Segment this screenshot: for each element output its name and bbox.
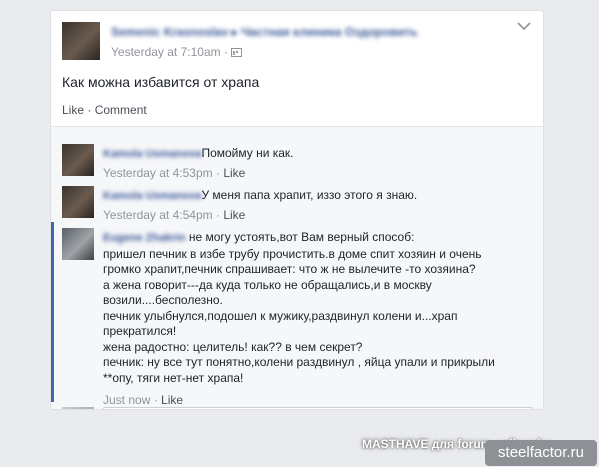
comment-like-button[interactable]: Like [223,208,245,222]
post-card: Semenic Krasnoslav ▸ Частная клиника Озд… [50,10,544,410]
comment-meta: Just now · Like [103,393,184,407]
comments-section: Kamola UsmanovaПомойму ни как. Yesterday… [51,126,543,409]
new-comment-highlight [51,222,54,402]
reply-input[interactable] [103,407,533,409]
post-meta: Yesterday at 7:10am · [111,45,243,59]
comment-meta: Yesterday at 4:53pm · Like [103,166,246,180]
avatar[interactable] [62,228,94,260]
comment-meta: Yesterday at 4:54pm · Like [103,208,246,222]
calendar-icon [231,48,243,57]
comment-text-line: **опу, тяги нет-нет храпа! [103,370,244,385]
comment-text: У меня папа храпит, иззо этого я знаю. [201,188,418,202]
separator: · [87,103,92,117]
avatar[interactable] [62,144,94,176]
comment-author[interactable]: Kamola Usmanova [103,147,201,163]
comment-like-button[interactable]: Like [223,166,245,180]
like-button[interactable]: Like [62,103,84,117]
avatar[interactable] [62,22,100,60]
comment-text-line: печник: ну все тут понятно,колени раздви… [103,355,495,369]
comment-text-line: громко храпит,печник спрашивает: что ж н… [103,262,476,276]
comment-text: Помойму ни как. [201,146,294,160]
comment-text-line: прекратился! [103,324,177,338]
comment-time[interactable]: Yesterday at 4:53pm [103,166,213,180]
avatar [62,407,94,409]
comment-text-line: пришел печник в избе трубу прочистить.в … [103,246,482,261]
post-actions: Like · Comment [62,103,147,117]
comment-author[interactable]: Kamola Usmanova [103,189,201,205]
post-text: Как можна избавится от храпа [62,74,260,90]
comment-author[interactable]: Eugene Zhakrin [103,231,186,247]
comment-time[interactable]: Just now [103,393,150,407]
comment-text-line: печник улыбнулся,подошел к мужику,раздви… [103,308,458,323]
comment-text-line: не могу устоять,вот Вам верный способ: [188,230,415,244]
post-time[interactable]: Yesterday at 7:10am [111,45,221,59]
comment-text-line: возили....бесполезно. [103,293,223,307]
chevron-down-icon[interactable] [517,21,531,31]
comment-text-line: жена радостно: целитель! как?? в чем сек… [103,339,363,354]
comment-text-line: а жена говорит---да куда только не обращ… [103,277,432,292]
watermark-badge: steelfactor.ru [485,440,597,466]
comment-time[interactable]: Yesterday at 4:54pm [103,208,213,222]
comment-like-button[interactable]: Like [161,393,183,407]
comment-button[interactable]: Comment [95,103,147,117]
post-author[interactable]: Semenic Krasnoslav ▸ Частная клиника Озд… [111,25,418,39]
avatar[interactable] [62,186,94,218]
